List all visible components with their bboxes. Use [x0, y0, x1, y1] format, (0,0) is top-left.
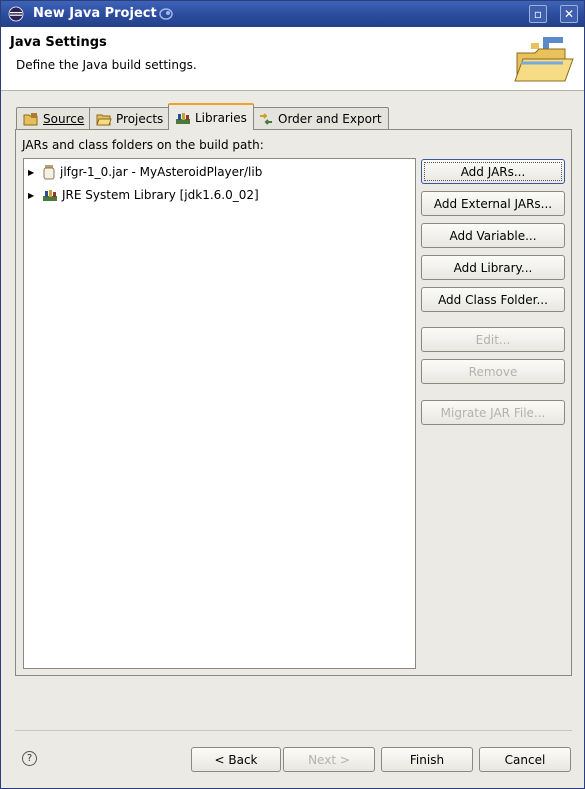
order-export-icon [260, 112, 272, 125]
tree-item-jre[interactable]: ▶ JRE System Library [jdk1.6.0_02] [28, 186, 259, 204]
libraries-icon [176, 112, 190, 124]
maximize-icon: ▫ [533, 7, 543, 21]
window-menu-icon[interactable] [158, 6, 174, 22]
source-folder-icon [23, 112, 38, 125]
tree-item-label: jlfgr-1_0.jar - MyAsteroidPlayer/lib [60, 165, 263, 179]
maximize-button[interactable]: ▫ [529, 5, 547, 23]
tab-source[interactable]: Source [16, 107, 92, 129]
expand-arrow-icon[interactable]: ▶ [28, 168, 38, 177]
eclipse-icon [8, 6, 24, 22]
add-library-button[interactable]: Add Library... [421, 255, 565, 280]
tab-source-label: Source [43, 111, 85, 126]
library-icon [43, 190, 57, 201]
add-class-folder-button[interactable]: Add Class Folder... [421, 287, 565, 312]
tree-item-label: JRE System Library [jdk1.6.0_02] [62, 188, 259, 202]
tab-projects-label: Projects [116, 111, 164, 126]
page-title: Java Settings [10, 35, 107, 50]
page-description: Define the Java build settings. [16, 58, 197, 72]
edit-button[interactable]: Edit... [421, 327, 565, 352]
java-project-folder-icon [514, 37, 574, 82]
expand-arrow-icon[interactable]: ▶ [28, 191, 38, 200]
add-external-jars-button[interactable]: Add External JARs... [421, 191, 565, 216]
tab-libraries-label: Libraries [195, 110, 247, 125]
libraries-panel: JARs and class folders on the build path… [15, 129, 572, 676]
cancel-button[interactable]: Cancel [479, 747, 571, 772]
tab-libraries[interactable]: Libraries [168, 103, 254, 130]
title-bar[interactable]: New Java Project ▫ ✕ [1, 1, 584, 27]
close-icon: ✕ [563, 7, 575, 21]
close-button[interactable]: ✕ [560, 5, 578, 23]
build-path-tree[interactable]: ▶ jlfgr-1_0.jar - MyAsteroidPlayer/lib ▶… [23, 158, 416, 669]
back-button[interactable]: < Back [191, 747, 281, 772]
projects-folder-icon [96, 114, 112, 125]
tab-projects[interactable]: Projects [89, 107, 171, 129]
tab-order-export[interactable]: Order and Export [251, 107, 389, 129]
help-icon[interactable]: ? [22, 751, 37, 766]
add-variable-button[interactable]: Add Variable... [421, 223, 565, 248]
migrate-jar-button[interactable]: Migrate JAR File... [421, 400, 565, 425]
wizard-header: Java Settings Define the Java build sett… [1, 27, 584, 91]
add-jars-button[interactable]: Add JARs... [421, 159, 565, 184]
tab-order-export-label: Order and Export [278, 111, 382, 126]
footer-divider [15, 730, 572, 731]
window-title: New Java Project [33, 6, 157, 21]
tree-item-jar[interactable]: ▶ jlfgr-1_0.jar - MyAsteroidPlayer/lib [28, 163, 262, 181]
next-button[interactable]: Next > [283, 747, 375, 772]
remove-button[interactable]: Remove [421, 359, 565, 384]
build-path-label: JARs and class folders on the build path… [22, 138, 264, 152]
dialog-window: New Java Project ▫ ✕ Java Settings Defin… [0, 0, 585, 789]
finish-button[interactable]: Finish [381, 747, 473, 772]
jar-icon [43, 165, 55, 180]
